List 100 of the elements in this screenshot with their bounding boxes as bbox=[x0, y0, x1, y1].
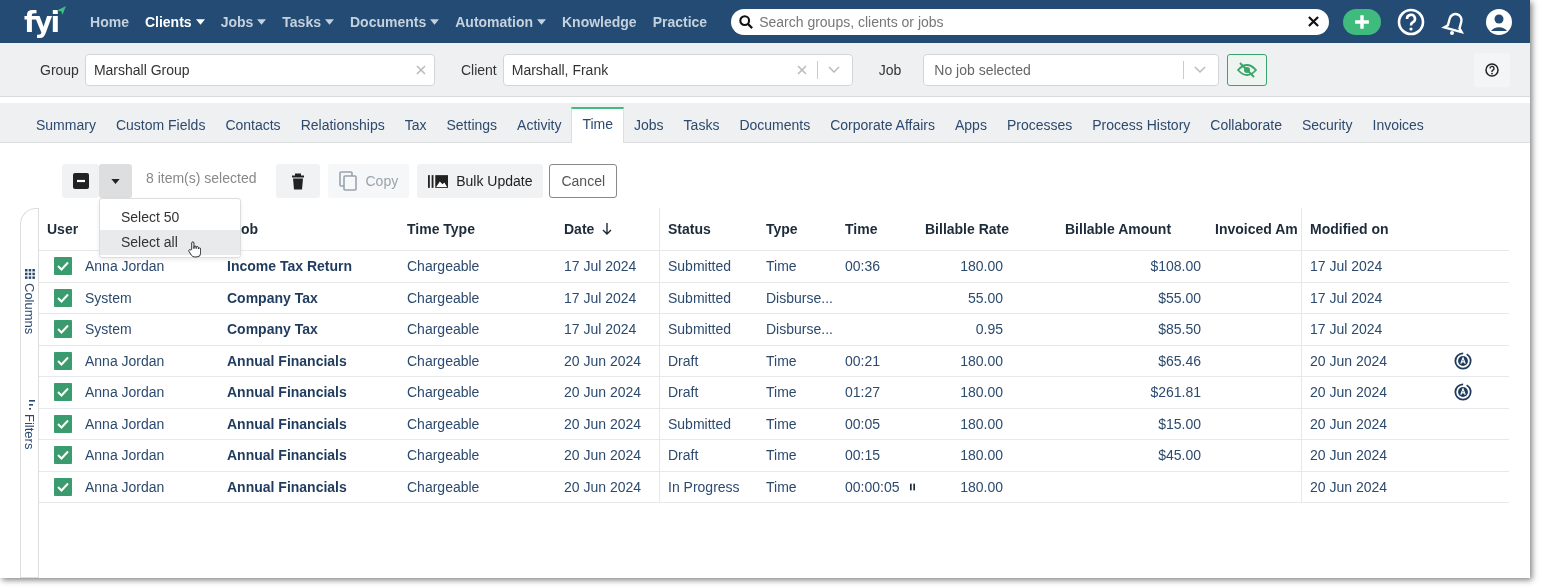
tab[interactable]: Invoices bbox=[1362, 109, 1434, 142]
close-icon[interactable] bbox=[1308, 16, 1320, 28]
checkbox[interactable] bbox=[54, 446, 72, 465]
nav-link[interactable]: Knowledge bbox=[554, 13, 645, 30]
column-header[interactable]: Type bbox=[758, 208, 837, 250]
help-icon[interactable] bbox=[1397, 7, 1426, 36]
tab[interactable]: Activity bbox=[507, 109, 572, 142]
job-link[interactable]: Annual Financials bbox=[227, 447, 347, 464]
nav-link[interactable]: Practice bbox=[644, 13, 716, 30]
rate-cell: 180.00 bbox=[960, 352, 1003, 369]
time-type-cell: Chargeable bbox=[407, 415, 480, 432]
nav-link[interactable]: Jobs bbox=[212, 13, 275, 30]
client-field[interactable]: Marshall, Frank bbox=[502, 53, 853, 86]
clear-icon[interactable] bbox=[796, 64, 807, 75]
table-row[interactable]: Anna Jordan Annual Financials Chargeable 20 Jun 2024 Draft Time 01:27 180.00 $261.81 20 Jun 2024 bbox=[39, 377, 1509, 409]
tab[interactable]: Processes bbox=[996, 109, 1083, 142]
bulk-update-button[interactable]: Bulk Update bbox=[417, 164, 544, 198]
help-button[interactable] bbox=[1474, 52, 1510, 87]
clear-icon[interactable] bbox=[415, 64, 426, 75]
tab[interactable]: Collaborate bbox=[1200, 109, 1292, 142]
time-type-cell: Chargeable bbox=[407, 258, 480, 275]
type-cell: Time bbox=[766, 352, 797, 369]
checkbox[interactable] bbox=[54, 477, 72, 496]
checkbox[interactable] bbox=[54, 383, 72, 402]
tab[interactable]: Summary bbox=[26, 109, 106, 142]
job-link[interactable]: Annual Financials bbox=[227, 384, 347, 401]
tab[interactable]: Tasks bbox=[673, 109, 730, 142]
column-header[interactable]: Billable Amount bbox=[1009, 208, 1207, 250]
table-row[interactable]: System Company Tax Chargeable 17 Jul 2024 Submitted Disburse... 55.00 $55.00 17 Jul 2024 bbox=[39, 282, 1509, 314]
rate-cell: 180.00 bbox=[960, 447, 1003, 464]
tab[interactable]: Time bbox=[571, 107, 624, 143]
menu-item[interactable]: Select all bbox=[100, 230, 240, 255]
help-icon bbox=[1485, 62, 1499, 77]
search-bar[interactable]: Search groups, clients or jobs bbox=[731, 8, 1330, 35]
tab[interactable]: Documents bbox=[729, 109, 821, 142]
tab[interactable]: Tax bbox=[394, 109, 437, 142]
job-field[interactable]: No job selected bbox=[932, 60, 1174, 79]
job-link[interactable]: Annual Financials bbox=[227, 415, 347, 432]
tab[interactable]: Process History bbox=[1082, 109, 1201, 142]
nav-link[interactable]: Home bbox=[82, 13, 137, 30]
status-cell: Draft bbox=[668, 447, 699, 464]
date-cell: 20 Jun 2024 bbox=[564, 415, 642, 432]
job-select[interactable]: No job selected bbox=[923, 53, 1220, 86]
tab[interactable]: Settings bbox=[436, 109, 508, 142]
automation-icon[interactable] bbox=[1454, 351, 1472, 370]
pause-icon[interactable] bbox=[909, 482, 915, 491]
avatar-icon[interactable] bbox=[1485, 7, 1514, 36]
job-link[interactable]: Company Tax bbox=[227, 289, 318, 306]
nav-link[interactable]: Clients bbox=[136, 13, 213, 30]
cancel-button[interactable]: Cancel bbox=[549, 164, 618, 198]
select-checkbox-button[interactable] bbox=[62, 164, 99, 198]
logo[interactable]: fyi bbox=[24, 5, 67, 38]
tab[interactable]: Relationships bbox=[290, 109, 395, 142]
table-row[interactable]: System Company Tax Chargeable 17 Jul 2024 Submitted Disburse... 0.95 $85.50 17 Jul 2024 bbox=[39, 314, 1509, 346]
tab[interactable]: Corporate Affairs bbox=[820, 109, 945, 142]
group-field[interactable]: Marshall Group bbox=[84, 53, 435, 86]
table-row[interactable]: Anna Jordan Annual Financials Chargeable 20 Jun 2024 In Progress Time 00:00:05 180.00 20 Jun 2024 bbox=[39, 471, 1509, 503]
status-cell: Submitted bbox=[668, 258, 732, 275]
checkbox[interactable] bbox=[54, 257, 72, 276]
checkbox[interactable] bbox=[54, 320, 72, 339]
grid-icon bbox=[24, 269, 35, 279]
nav-link[interactable]: Documents bbox=[342, 13, 448, 30]
column-header[interactable]: Time bbox=[837, 208, 917, 250]
chevron-down-icon[interactable] bbox=[827, 66, 840, 74]
columns-tab[interactable]: Columns bbox=[22, 269, 37, 335]
job-link[interactable]: Annual Financials bbox=[227, 478, 347, 495]
tab[interactable]: Security bbox=[1291, 109, 1363, 142]
table-row[interactable]: Anna Jordan Annual Financials Chargeable 20 Jun 2024 Draft Time 00:15 180.00 $45.00 20 Jun 2024 bbox=[39, 440, 1509, 472]
column-header[interactable]: Invoiced Am bbox=[1207, 208, 1301, 250]
add-button[interactable] bbox=[1343, 8, 1382, 35]
job-link[interactable]: Company Tax bbox=[227, 321, 318, 338]
caret-icon bbox=[111, 178, 120, 184]
tab[interactable]: Jobs bbox=[624, 109, 674, 142]
column-header[interactable]: Date bbox=[556, 208, 659, 250]
tab[interactable]: Custom Fields bbox=[105, 109, 216, 142]
hide-toggle-button[interactable] bbox=[1227, 53, 1268, 86]
column-header[interactable]: Modified on bbox=[1301, 208, 1439, 250]
job-link[interactable]: Income Tax Return bbox=[227, 258, 352, 275]
nav-link[interactable]: Automation bbox=[447, 13, 554, 30]
rate-cell: 180.00 bbox=[960, 384, 1003, 401]
column-header[interactable]: Billable Rate bbox=[917, 208, 1009, 250]
tab[interactable]: Contacts bbox=[215, 109, 291, 142]
table-row[interactable]: Anna Jordan Annual Financials Chargeable 20 Jun 2024 Draft Time 00:21 180.00 $65.46 20 Jun 2024 bbox=[39, 345, 1509, 377]
column-header[interactable]: Status bbox=[659, 208, 758, 250]
delete-button[interactable] bbox=[276, 164, 321, 198]
nav-link[interactable]: Tasks bbox=[274, 13, 342, 30]
checkbox[interactable] bbox=[54, 414, 72, 433]
automation-icon[interactable] bbox=[1454, 383, 1472, 402]
column-header[interactable]: Time Type bbox=[399, 208, 556, 250]
rate-cell: 180.00 bbox=[960, 258, 1003, 275]
filters-tab[interactable]: Filters bbox=[22, 400, 37, 450]
checkbox[interactable] bbox=[54, 288, 72, 307]
job-link[interactable]: Annual Financials bbox=[227, 352, 347, 369]
chevron-down-icon[interactable] bbox=[1194, 66, 1207, 74]
status-cell: Draft bbox=[668, 352, 699, 369]
checkbox[interactable] bbox=[54, 351, 72, 370]
table-row[interactable]: Anna Jordan Annual Financials Chargeable 20 Jun 2024 Submitted Time 00:05 180.00 $15.00 20 Jun 2024 bbox=[39, 408, 1509, 440]
menu-item[interactable]: Select 50 bbox=[100, 205, 240, 230]
status-cell: Submitted bbox=[668, 415, 732, 432]
tab[interactable]: Apps bbox=[945, 109, 997, 142]
